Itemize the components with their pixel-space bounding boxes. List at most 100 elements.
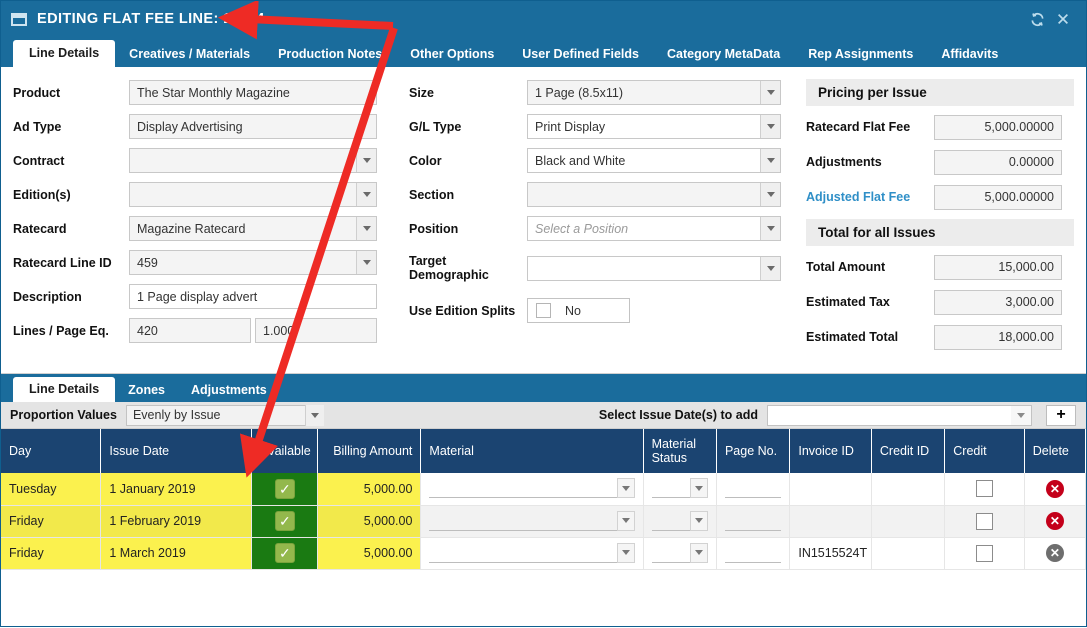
estimated-tax-value[interactable]: 3,000.00 xyxy=(934,289,1062,315)
position-dropdown[interactable]: Select a Position xyxy=(527,216,781,241)
cell-page-no[interactable] xyxy=(716,537,791,570)
ratecard-line-id-label: Ratecard Line ID xyxy=(13,255,112,270)
cell-material-status[interactable] xyxy=(643,473,717,506)
tab-affidavits[interactable]: Affidavits xyxy=(927,42,1012,68)
table-row[interactable]: Friday 1 March 2019 ✓ 5,000.00 IN1515524… xyxy=(1,537,1087,570)
page-no-input[interactable] xyxy=(724,479,782,499)
material-dropdown[interactable] xyxy=(429,542,635,563)
cell-delete: ✕ xyxy=(1024,537,1087,570)
ad-type-input[interactable]: Display Advertising xyxy=(129,114,377,139)
use-edition-splits-toggle[interactable]: No xyxy=(527,298,630,323)
page-no-input[interactable] xyxy=(724,512,782,531)
field-ratecard: Ratecard Magazine Ratecard xyxy=(13,215,401,242)
chevron-down-icon xyxy=(760,183,780,206)
material-status-dropdown[interactable] xyxy=(651,478,708,499)
material-status-dropdown[interactable] xyxy=(651,542,708,563)
use-edition-splits-checkbox[interactable] xyxy=(536,303,551,318)
cell-delete[interactable]: ✕ xyxy=(1024,505,1087,538)
product-input[interactable]: The Star Monthly Magazine xyxy=(129,80,377,105)
ratecard-flat-fee-value[interactable]: 5,000.00000 xyxy=(934,114,1062,140)
page-no-input[interactable] xyxy=(724,544,782,563)
size-dropdown[interactable]: 1 Page (8.5x11) xyxy=(527,80,781,105)
table-row[interactable]: Tuesday 1 January 2019 ✓ 5,000.00 ✕ xyxy=(1,473,1087,506)
close-icon[interactable] xyxy=(1050,6,1076,32)
column-header-credit-id[interactable]: Credit ID xyxy=(871,429,946,473)
chevron-down-icon xyxy=(689,478,708,499)
refresh-icon[interactable] xyxy=(1024,6,1050,32)
gl-type-dropdown[interactable]: Print Display xyxy=(527,114,781,139)
delete-row-icon[interactable]: ✕ xyxy=(1045,479,1064,498)
cell-available[interactable]: ✓ xyxy=(251,505,319,538)
column-header-billing-amount[interactable]: Billing Amount xyxy=(317,429,422,473)
material-dropdown[interactable] xyxy=(429,510,635,531)
cell-material[interactable] xyxy=(420,537,644,570)
target-demographic-dropdown[interactable] xyxy=(527,255,781,281)
cell-material-status[interactable] xyxy=(643,537,717,570)
cell-billing-amount[interactable]: 5,000.00 xyxy=(317,473,422,506)
available-check-icon: ✓ xyxy=(274,543,295,563)
column-header-day[interactable]: Day xyxy=(1,429,102,473)
tab-line-details[interactable]: Line Details xyxy=(13,39,116,67)
adjusted-flat-fee-value[interactable]: 5,000.00000 xyxy=(934,184,1062,210)
cell-credit[interactable] xyxy=(944,505,1025,538)
column-header-material-status[interactable]: Material Status xyxy=(643,429,717,473)
section-dropdown[interactable] xyxy=(527,182,781,207)
column-header-material[interactable]: Material xyxy=(420,429,644,473)
editions-dropdown[interactable] xyxy=(129,182,377,207)
total-amount-value[interactable]: 15,000.00 xyxy=(934,254,1062,280)
cell-billing-amount[interactable]: 5,000.00 xyxy=(317,537,422,570)
column-header-page-no[interactable]: Page No. xyxy=(716,429,791,473)
ratecard-dropdown[interactable]: Magazine Ratecard xyxy=(129,216,377,241)
gl-type-value: Print Display xyxy=(535,119,606,134)
credit-checkbox[interactable] xyxy=(976,544,993,562)
tab-user-defined-fields[interactable]: User Defined Fields xyxy=(508,42,653,68)
column-header-issue-date[interactable]: Issue Date xyxy=(100,429,253,473)
description-input[interactable]: 1 Page display advert xyxy=(129,284,377,309)
contract-dropdown[interactable] xyxy=(129,148,377,173)
credit-checkbox[interactable] xyxy=(976,480,993,498)
field-position: Position Select a Position xyxy=(409,215,806,242)
table-row[interactable]: Friday 1 February 2019 ✓ 5,000.00 ✕ xyxy=(1,505,1087,538)
cell-delete[interactable]: ✕ xyxy=(1024,473,1087,506)
ratecard-line-id-dropdown[interactable]: 459 xyxy=(129,250,377,275)
cell-material[interactable] xyxy=(420,473,644,506)
column-header-delete[interactable]: Delete xyxy=(1024,429,1087,473)
cell-credit-id xyxy=(871,537,946,570)
column-header-available[interactable]: Available xyxy=(251,429,319,473)
bottom-tab-adjustments[interactable]: Adjustments xyxy=(178,379,280,403)
material-status-dropdown[interactable] xyxy=(651,510,708,531)
column-header-credit[interactable]: Credit xyxy=(944,429,1025,473)
adjustments-value[interactable]: 0.00000 xyxy=(934,149,1062,175)
chevron-down-icon xyxy=(616,510,635,531)
cell-credit[interactable] xyxy=(944,473,1025,506)
tab-creatives-materials[interactable]: Creatives / Materials xyxy=(115,42,264,68)
cell-day: Tuesday xyxy=(1,473,102,506)
color-dropdown[interactable]: Black and White xyxy=(527,148,781,173)
credit-checkbox[interactable] xyxy=(976,512,993,530)
adjustments-label: Adjustments xyxy=(806,155,882,169)
tab-other-options[interactable]: Other Options xyxy=(396,42,508,68)
cell-available[interactable]: ✓ xyxy=(251,473,319,506)
bottom-tab-line-details[interactable]: Line Details xyxy=(13,376,116,402)
cell-material[interactable] xyxy=(420,505,644,538)
tab-rep-assignments[interactable]: Rep Assignments xyxy=(794,42,927,68)
cell-credit[interactable] xyxy=(944,537,1025,570)
page-eq-input[interactable]: 1.000 xyxy=(255,318,377,343)
bottom-tab-zones[interactable]: Zones xyxy=(115,379,178,403)
lines-input[interactable]: 420 xyxy=(129,318,251,343)
proportion-values-dropdown[interactable]: Evenly by Issue xyxy=(125,404,324,426)
cell-page-no[interactable] xyxy=(716,505,791,538)
cell-material-status[interactable] xyxy=(643,505,717,538)
tab-category-metadata[interactable]: Category MetaData xyxy=(653,42,794,68)
chevron-down-icon xyxy=(760,81,780,104)
select-issue-dates-dropdown[interactable] xyxy=(767,404,1032,426)
material-dropdown[interactable] xyxy=(429,478,635,499)
estimated-total-value[interactable]: 18,000.00 xyxy=(934,324,1062,350)
tab-production-notes[interactable]: Production Notes xyxy=(264,42,396,68)
cell-billing-amount[interactable]: 5,000.00 xyxy=(317,505,422,538)
cell-page-no[interactable] xyxy=(716,473,791,506)
add-issue-button[interactable]: + xyxy=(1046,404,1076,426)
delete-row-icon[interactable]: ✕ xyxy=(1045,512,1064,530)
column-header-invoice-id[interactable]: Invoice ID xyxy=(789,429,872,473)
cell-available[interactable]: ✓ xyxy=(251,537,319,570)
